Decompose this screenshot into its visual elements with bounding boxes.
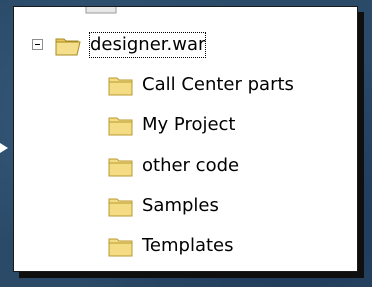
folder-icon — [108, 198, 133, 217]
tree-label[interactable]: other code — [142, 154, 239, 178]
folder-tree-panel: designer.war Call Center parts My Projec… — [13, 6, 358, 272]
tree-label[interactable]: Samples — [142, 194, 219, 218]
tree-row-my-project[interactable]: My Project — [14, 111, 357, 141]
tree-label[interactable]: Call Center parts — [142, 73, 294, 97]
tree-row-other-code[interactable]: other code — [14, 152, 357, 182]
collapse-minus-icon[interactable] — [32, 39, 43, 50]
tree-row-templates[interactable]: Templates — [14, 232, 357, 262]
tree-row-call-center-parts[interactable]: Call Center parts — [14, 71, 357, 101]
tree-row-samples[interactable]: Samples — [14, 192, 357, 222]
tree-label[interactable]: Templates — [142, 234, 234, 258]
folder-icon — [108, 77, 133, 96]
tree-label-root[interactable]: designer.war — [88, 32, 207, 58]
pointer-arrow-icon — [0, 143, 8, 153]
cut-off-tree-item — [85, 7, 117, 14]
folder-icon — [108, 117, 133, 136]
folder-open-icon — [55, 38, 81, 56]
tree-row-root[interactable]: designer.war — [14, 31, 357, 61]
tree-label[interactable]: My Project — [142, 113, 236, 137]
folder-icon — [108, 158, 133, 177]
folder-icon — [108, 238, 133, 257]
